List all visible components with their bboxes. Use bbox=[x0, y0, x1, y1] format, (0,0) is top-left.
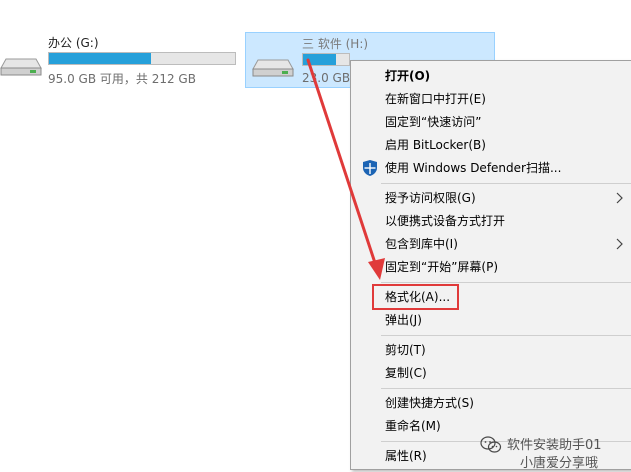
context-menu: 打开(O) 在新窗口中打开(E) 固定到“快速访问” 启用 BitLocker(… bbox=[350, 60, 631, 470]
drive-usage-bar bbox=[48, 52, 236, 65]
watermark-line-1: 软件安装助手01 bbox=[507, 438, 602, 453]
drive-usage-fill bbox=[49, 53, 152, 64]
chevron-right-icon bbox=[616, 192, 623, 204]
drive-free-space: 95.0 GB 可用，共 212 GB bbox=[48, 72, 196, 86]
menu-item-pin-start[interactable]: 固定到“开始”屏幕(P) bbox=[351, 256, 631, 278]
menu-item-give-access[interactable]: 授予访问权限(G) bbox=[351, 187, 631, 209]
hard-drive-icon bbox=[252, 59, 294, 77]
menu-item-open[interactable]: 打开(O) bbox=[351, 65, 631, 87]
drive-name: 三 软件 (H:) bbox=[302, 37, 369, 51]
chevron-right-icon bbox=[616, 238, 623, 250]
menu-separator bbox=[381, 282, 631, 283]
menu-item-eject[interactable]: 弹出(J) bbox=[351, 309, 631, 331]
drive-name: 办公 (G:) bbox=[48, 36, 99, 50]
format-highlight-box bbox=[372, 284, 459, 310]
menu-item-create-shortcut[interactable]: 创建快捷方式(S) bbox=[351, 392, 631, 414]
menu-item-label: 使用 Windows Defender扫描... bbox=[385, 161, 562, 175]
menu-item-open-new-window[interactable]: 在新窗口中打开(E) bbox=[351, 88, 631, 110]
menu-separator bbox=[381, 183, 631, 184]
menu-separator bbox=[381, 388, 631, 389]
drive-g-tile[interactable]: 办公 (G:) 95.0 GB 可用，共 212 GB bbox=[0, 30, 240, 88]
menu-item-copy[interactable]: 复制(C) bbox=[351, 362, 631, 384]
hard-drive-icon bbox=[0, 58, 42, 76]
menu-separator bbox=[381, 335, 631, 336]
menu-item-enable-bitlocker[interactable]: 启用 BitLocker(B) bbox=[351, 134, 631, 156]
menu-item-include-library[interactable]: 包含到库中(I) bbox=[351, 233, 631, 255]
menu-item-label: 包含到库中(I) bbox=[385, 237, 458, 251]
watermark-line-2: 小唐爱分享哦 bbox=[520, 456, 599, 471]
menu-item-cut[interactable]: 剪切(T) bbox=[351, 339, 631, 361]
drive-free-space: 23.0 GB bbox=[302, 71, 351, 85]
menu-item-pin-quick-access[interactable]: 固定到“快速访问” bbox=[351, 111, 631, 133]
wechat-icon bbox=[480, 436, 502, 453]
drive-usage-bar bbox=[302, 53, 350, 66]
drive-usage-fill bbox=[303, 54, 337, 65]
menu-item-defender-scan[interactable]: 使用 Windows Defender扫描... bbox=[351, 157, 631, 179]
menu-item-label: 授予访问权限(G) bbox=[385, 191, 476, 205]
watermark: 软件安装助手01 小唐爱分享哦 bbox=[480, 432, 630, 472]
windows-defender-shield-icon bbox=[363, 160, 377, 176]
menu-item-open-portable[interactable]: 以便携式设备方式打开 bbox=[351, 210, 631, 232]
